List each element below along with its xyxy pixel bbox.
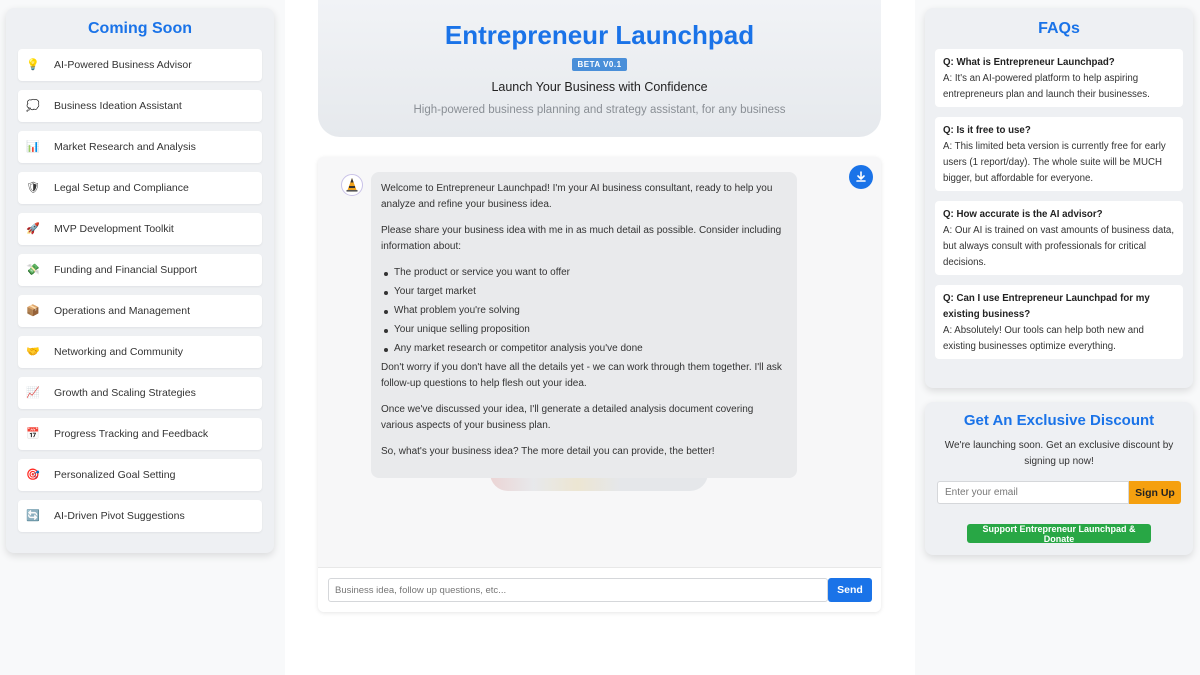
- rocket-icon: 🚀: [26, 222, 40, 235]
- message-paragraph: Welcome to Entrepreneur Launchpad! I'm y…: [381, 183, 773, 210]
- faq-question: Q: How accurate is the AI advisor?: [943, 209, 1103, 220]
- message-list-item: Any market research or competitor analys…: [381, 341, 787, 357]
- faq-item: Q: Can I use Entrepreneur Launchpad for …: [935, 285, 1183, 359]
- message-list-item: Your target market: [381, 284, 787, 300]
- faq-answer: A: This limited beta version is currentl…: [943, 141, 1166, 184]
- assistant-avatar-icon: [341, 174, 363, 196]
- faq-answer: A: Our AI is trained on vast amounts of …: [943, 225, 1175, 268]
- header-subtitle: High-powered business planning and strat…: [413, 104, 786, 116]
- download-icon: [856, 171, 866, 182]
- coming-soon-item: 🚀 MVP Development Toolkit: [18, 213, 262, 245]
- lightbulb-icon: 💡: [26, 58, 40, 71]
- message-paragraph: Don't worry if you don't have all the de…: [381, 362, 782, 389]
- faq-answer: A: Absolutely! Our tools can help both n…: [943, 325, 1144, 352]
- chat-window: Welcome to Entrepreneur Launchpad! I'm y…: [318, 157, 881, 612]
- faq-question: Q: Can I use Entrepreneur Launchpad for …: [943, 293, 1150, 320]
- coming-soon-item: 💸 Funding and Financial Support: [18, 254, 262, 286]
- coming-soon-item: 🤝 Networking and Community: [18, 336, 262, 368]
- faq-panel: FAQs Q: What is Entrepreneur Launchpad? …: [925, 8, 1193, 388]
- coming-soon-label: Personalized Goal Setting: [54, 469, 176, 481]
- shield-icon: 🛡: [26, 181, 40, 194]
- chat-input-bar: Send: [318, 567, 881, 612]
- faq-item: Q: Is it free to use? A: This limited be…: [935, 117, 1183, 191]
- coming-soon-item: 💭 Business Ideation Assistant: [18, 90, 262, 122]
- message-list-item: The product or service you want to offer: [381, 265, 787, 281]
- app-header: Entrepreneur Launchpad BETA V0.1 Launch …: [318, 0, 881, 137]
- faq-answer: A: It's an AI-powered platform to help a…: [943, 73, 1150, 100]
- chat-input[interactable]: [328, 578, 828, 602]
- coming-soon-label: Operations and Management: [54, 305, 191, 317]
- coming-soon-item: 🛡 Legal Setup and Compliance: [18, 172, 262, 204]
- message-list-item: Your unique selling proposition: [381, 322, 787, 338]
- donate-button[interactable]: Support Entrepreneur Launchpad & Donate: [967, 524, 1151, 544]
- pivot-arrows-icon: 🔄: [26, 509, 40, 522]
- handshake-icon: 🤝: [26, 345, 40, 358]
- assistant-message: Welcome to Entrepreneur Launchpad! I'm y…: [371, 172, 797, 478]
- bar-chart-icon: 📊: [26, 140, 40, 153]
- faq-title: FAQs: [1038, 20, 1080, 37]
- coming-soon-label: MVP Development Toolkit: [54, 223, 174, 235]
- faq-question: Q: Is it free to use?: [943, 125, 1031, 136]
- message-paragraph: Once we've discussed your idea, I'll gen…: [381, 404, 754, 431]
- coming-soon-list: 💡 AI-Powered Business Advisor 💭 Business Id…: [18, 49, 262, 532]
- message-paragraph: Please share your business idea with me …: [381, 225, 782, 252]
- message-paragraph: So, what's your business idea? The more …: [381, 446, 715, 457]
- coming-soon-label: Business Ideation Assistant: [54, 100, 182, 112]
- coming-soon-item: 🔄 AI-Driven Pivot Suggestions: [18, 500, 262, 532]
- discount-text: We're launching soon. Get an exclusive d…: [944, 440, 1174, 467]
- faq-question: Q: What is Entrepreneur Launchpad?: [943, 57, 1115, 68]
- message-list-item: What problem you're solving: [381, 303, 787, 319]
- coming-soon-label: AI-Powered Business Advisor: [54, 59, 192, 71]
- package-icon: 📦: [26, 304, 40, 317]
- faq-item: Q: What is Entrepreneur Launchpad? A: It…: [935, 49, 1183, 107]
- thought-bubble-icon: 💭: [26, 99, 40, 112]
- coming-soon-panel: Coming Soon 💡 AI-Powered Business Advisor…: [6, 8, 274, 553]
- beta-badge: BETA V0.1: [572, 58, 627, 71]
- coming-soon-title: Coming Soon: [88, 20, 192, 37]
- trend-chart-icon: 📈: [26, 386, 40, 399]
- coming-soon-label: Networking and Community: [54, 346, 183, 358]
- discount-title: Get An Exclusive Discount: [963, 412, 1155, 429]
- coming-soon-label: Market Research and Analysis: [54, 141, 196, 153]
- signup-button[interactable]: Sign Up: [1129, 481, 1181, 504]
- coming-soon-label: Growth and Scaling Strategies: [54, 387, 196, 399]
- coming-soon-item: 📈 Growth and Scaling Strategies: [18, 377, 262, 409]
- discount-panel: Get An Exclusive Discount We're launchin…: [925, 402, 1193, 555]
- coming-soon-label: Funding and Financial Support: [54, 264, 198, 276]
- target-icon: 🎯: [26, 468, 40, 481]
- coming-soon-item: 📊 Market Research and Analysis: [18, 131, 262, 163]
- email-input[interactable]: [937, 481, 1129, 504]
- coming-soon-item: 📅 Progress Tracking and Feedback: [18, 418, 262, 450]
- coming-soon-label: Legal Setup and Compliance: [54, 182, 189, 194]
- download-button[interactable]: [849, 165, 873, 189]
- coming-soon-item: 💡 AI-Powered Business Advisor: [18, 49, 262, 81]
- message-list: The product or service you want to offer…: [381, 265, 787, 357]
- calendar-icon: 📅: [26, 427, 40, 440]
- tagline: Launch Your Business with Confidence: [491, 80, 708, 94]
- faq-item: Q: How accurate is the AI advisor? A: Ou…: [935, 201, 1183, 275]
- coming-soon-item: 📦 Operations and Management: [18, 295, 262, 327]
- app-title: Entrepreneur Launchpad: [444, 20, 755, 50]
- send-button[interactable]: Send: [828, 578, 872, 602]
- coming-soon-item: 🎯 Personalized Goal Setting: [18, 459, 262, 491]
- money-icon: 💸: [26, 263, 40, 276]
- coming-soon-label: Progress Tracking and Feedback: [54, 428, 209, 440]
- faq-list: Q: What is Entrepreneur Launchpad? A: It…: [935, 49, 1183, 359]
- coming-soon-label: AI-Driven Pivot Suggestions: [54, 510, 185, 522]
